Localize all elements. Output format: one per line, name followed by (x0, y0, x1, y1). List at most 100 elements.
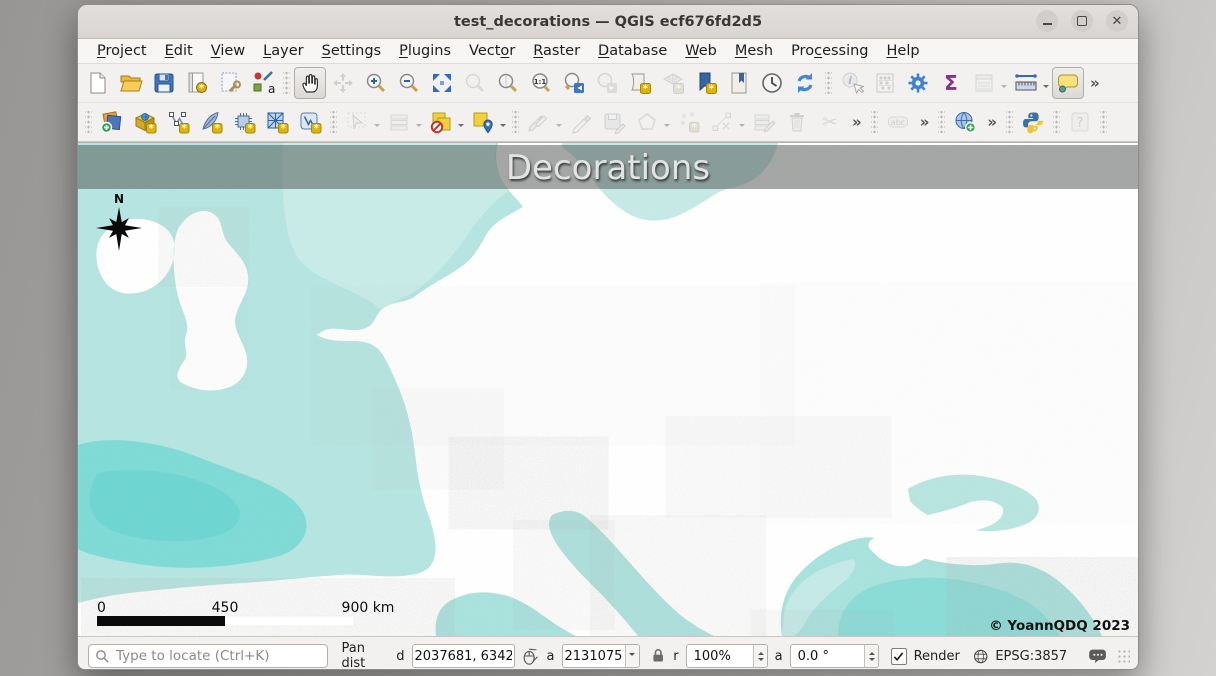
new-map-view-button[interactable]: * (624, 67, 656, 99)
lock-scale-icon[interactable] (650, 647, 666, 665)
processing-toolbox-button[interactable] (902, 67, 934, 99)
select-features-dropdown[interactable] (374, 124, 380, 130)
messages-icon[interactable] (1088, 647, 1107, 665)
new-virtual-layer-button[interactable]: * (228, 106, 260, 138)
vertex-tool-dropdown[interactable] (739, 124, 745, 130)
title-bar[interactable]: test_decorations — QGIS ecf676fd2d5 ✕ (78, 5, 1138, 39)
menu-view[interactable]: View (202, 41, 254, 61)
delete-selected-button[interactable] (781, 106, 813, 138)
menu-web[interactable]: Web (676, 41, 726, 61)
metasearch-button[interactable] (949, 106, 981, 138)
select-features-button[interactable] (341, 106, 373, 138)
toolbar-handle[interactable] (1006, 111, 1013, 133)
menu-plugins[interactable]: Plugins (390, 41, 460, 61)
zoom-full-button[interactable] (426, 67, 458, 99)
toolbar-handle[interactable] (330, 111, 337, 133)
menu-settings[interactable]: Settings (313, 41, 391, 61)
zoom-native-button[interactable]: 1:1 (525, 67, 557, 99)
maximize-button[interactable] (1071, 10, 1093, 32)
new-print-layout-button[interactable]: * (181, 67, 213, 99)
toolbar-overflow[interactable]: » (982, 113, 1002, 131)
new-shapefile-layer-button[interactable]: * (162, 106, 194, 138)
magnifier-spinbox[interactable] (686, 644, 768, 668)
zoom-next-button[interactable] (591, 67, 623, 99)
modify-attributes-button[interactable] (748, 106, 780, 138)
select-by-value-button[interactable] (383, 106, 415, 138)
new-mesh-layer-button[interactable]: * (261, 106, 293, 138)
menu-processing[interactable]: Processing (782, 41, 877, 61)
select-by-value-dropdown[interactable] (416, 124, 422, 130)
crs-label[interactable]: EPSG:3857 (995, 649, 1067, 664)
current-edits-dropdown[interactable] (556, 124, 562, 130)
attribute-table-dropdown[interactable] (1001, 85, 1007, 91)
resize-grip[interactable] (1117, 649, 1130, 663)
menu-project[interactable]: Project (88, 41, 156, 61)
rotation-spin-buttons[interactable] (864, 645, 878, 667)
zoom-in-button[interactable] (360, 67, 392, 99)
locator-input[interactable] (114, 647, 321, 665)
statistical-summary-button[interactable]: Σ (935, 67, 967, 99)
measure-dropdown[interactable] (1043, 85, 1049, 91)
toolbar-overflow[interactable]: » (915, 113, 935, 131)
zoom-out-button[interactable] (393, 67, 425, 99)
deselect-features-button[interactable] (425, 106, 457, 138)
toolbar-handle[interactable] (1053, 111, 1060, 133)
map-tips-button[interactable] (1052, 67, 1084, 99)
select-by-location-button[interactable] (467, 106, 499, 138)
add-polygon-feature-button[interactable] (631, 106, 663, 138)
save-layer-edits-button[interactable] (598, 106, 630, 138)
add-part-button[interactable]: * (673, 106, 705, 138)
toolbar-handle[interactable] (283, 72, 290, 94)
zoom-to-selection-button[interactable] (459, 67, 491, 99)
close-button[interactable]: ✕ (1106, 10, 1128, 32)
toolbar-handle[interactable] (871, 111, 878, 133)
new-spatialite-layer-button[interactable]: * (195, 106, 227, 138)
pan-map-button[interactable] (294, 67, 326, 99)
select-by-location-dropdown[interactable] (500, 124, 506, 130)
refresh-button[interactable] (789, 67, 821, 99)
menu-layer[interactable]: Layer (254, 41, 312, 61)
data-source-manager-button[interactable] (96, 106, 128, 138)
menu-edit[interactable]: Edit (156, 41, 202, 61)
add-polygon-dropdown[interactable] (664, 124, 670, 130)
identify-features-button[interactable]: i (836, 67, 868, 99)
menu-database[interactable]: Database (589, 41, 676, 61)
menu-raster[interactable]: Raster (524, 41, 589, 61)
coordinate-box[interactable] (412, 644, 516, 668)
minimize-button[interactable] (1036, 10, 1058, 32)
vertex-tool-button[interactable] (706, 106, 738, 138)
pan-to-selection-button[interactable] (327, 67, 359, 99)
rotation-spinbox[interactable] (790, 644, 879, 668)
toggle-editing-button[interactable] (565, 106, 597, 138)
toolbar-overflow[interactable]: » (847, 113, 867, 131)
scale-dropdown[interactable] (625, 645, 639, 667)
toolbar-handle[interactable] (85, 111, 92, 133)
new-project-button[interactable] (82, 67, 114, 99)
label-toolbar-button[interactable]: abc (882, 106, 914, 138)
new-spatial-bookmark-button[interactable]: * (690, 67, 722, 99)
toolbar-handle[interactable] (825, 72, 832, 94)
show-layout-manager-button[interactable] (214, 67, 246, 99)
toolbar-handle[interactable] (512, 111, 519, 133)
attribute-table-button[interactable] (968, 67, 1000, 99)
map-canvas[interactable]: Decorations N 0 450 900 km © YoannQDQ 20… (78, 142, 1138, 636)
open-project-button[interactable] (115, 67, 147, 99)
menu-mesh[interactable]: Mesh (726, 41, 782, 61)
magnifier-input[interactable] (687, 648, 754, 665)
toolbar-overflow[interactable]: » (1085, 74, 1105, 92)
current-edits-button[interactable] (523, 106, 555, 138)
deselect-features-dropdown[interactable] (458, 124, 464, 130)
cut-features-button[interactable]: ✂ (814, 106, 846, 138)
measure-line-button[interactable] (1010, 67, 1042, 99)
style-manager-button[interactable]: a (247, 67, 279, 99)
menu-vector[interactable]: Vector (460, 41, 524, 61)
save-project-button[interactable] (148, 67, 180, 99)
temporal-controller-button[interactable] (756, 67, 788, 99)
coordinate-input[interactable] (413, 648, 515, 665)
magnifier-spin-buttons[interactable] (753, 645, 766, 667)
new-3d-map-view-button[interactable]: * (657, 67, 689, 99)
toolbar-handle[interactable] (938, 111, 945, 133)
locator-search[interactable] (88, 644, 328, 668)
zoom-to-layer-button[interactable] (492, 67, 524, 99)
render-checkbox[interactable] (891, 648, 907, 665)
